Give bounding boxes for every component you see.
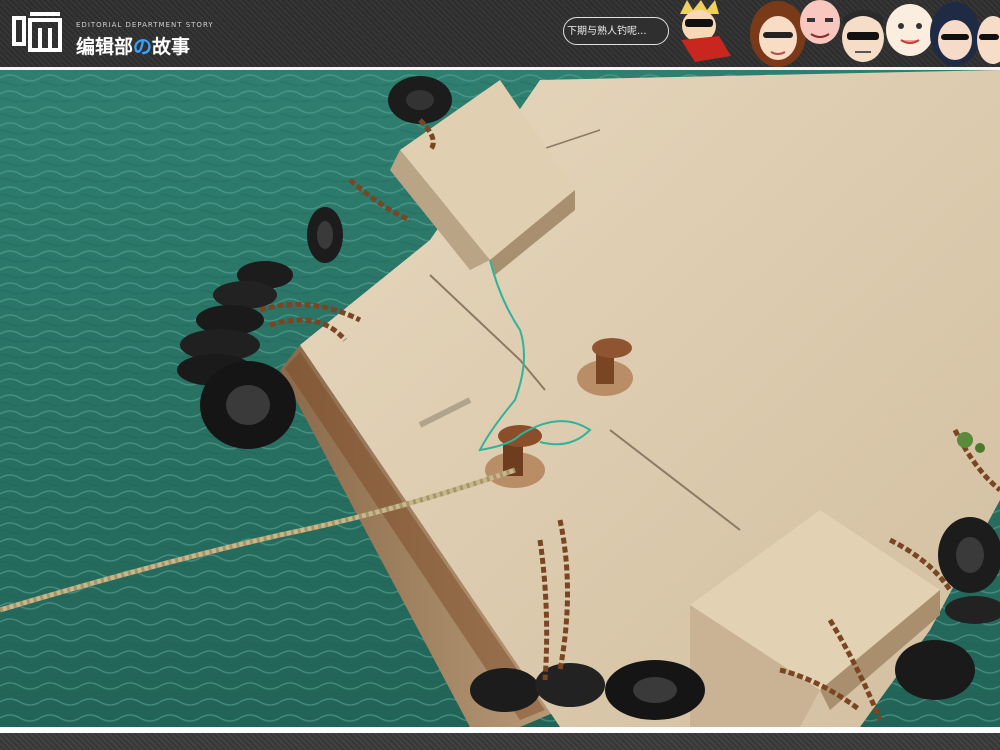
pier-photo-illustration: [0, 70, 1000, 727]
logo-subtitle: EDITORIAL DEPARTMENT STORY: [76, 21, 214, 29]
logo-title[interactable]: 编辑部の故事: [76, 32, 190, 59]
pier-photo: [0, 70, 1000, 727]
logo-title-part2: 故事: [152, 36, 191, 58]
site-header: EDITORIAL DEPARTMENT STORY 编辑部の故事 下期与熟人钓…: [0, 0, 1000, 67]
face-icon: [930, 2, 980, 66]
face-icon: [842, 10, 884, 62]
face-icon: [886, 4, 934, 56]
site-footer: [0, 733, 1000, 750]
face-icon: [800, 0, 840, 44]
cartoon-faces-banner: [680, 0, 1000, 67]
logo-title-o: の: [133, 36, 153, 58]
speech-bubble-text: 下期与熟人钓呢...: [567, 26, 647, 37]
face-icon: [680, 0, 731, 62]
face-icon: [750, 1, 806, 67]
logo-title-part1: 编辑部: [76, 36, 134, 58]
face-icon: [977, 16, 1000, 64]
logo-mark-icon[interactable]: [8, 6, 68, 58]
